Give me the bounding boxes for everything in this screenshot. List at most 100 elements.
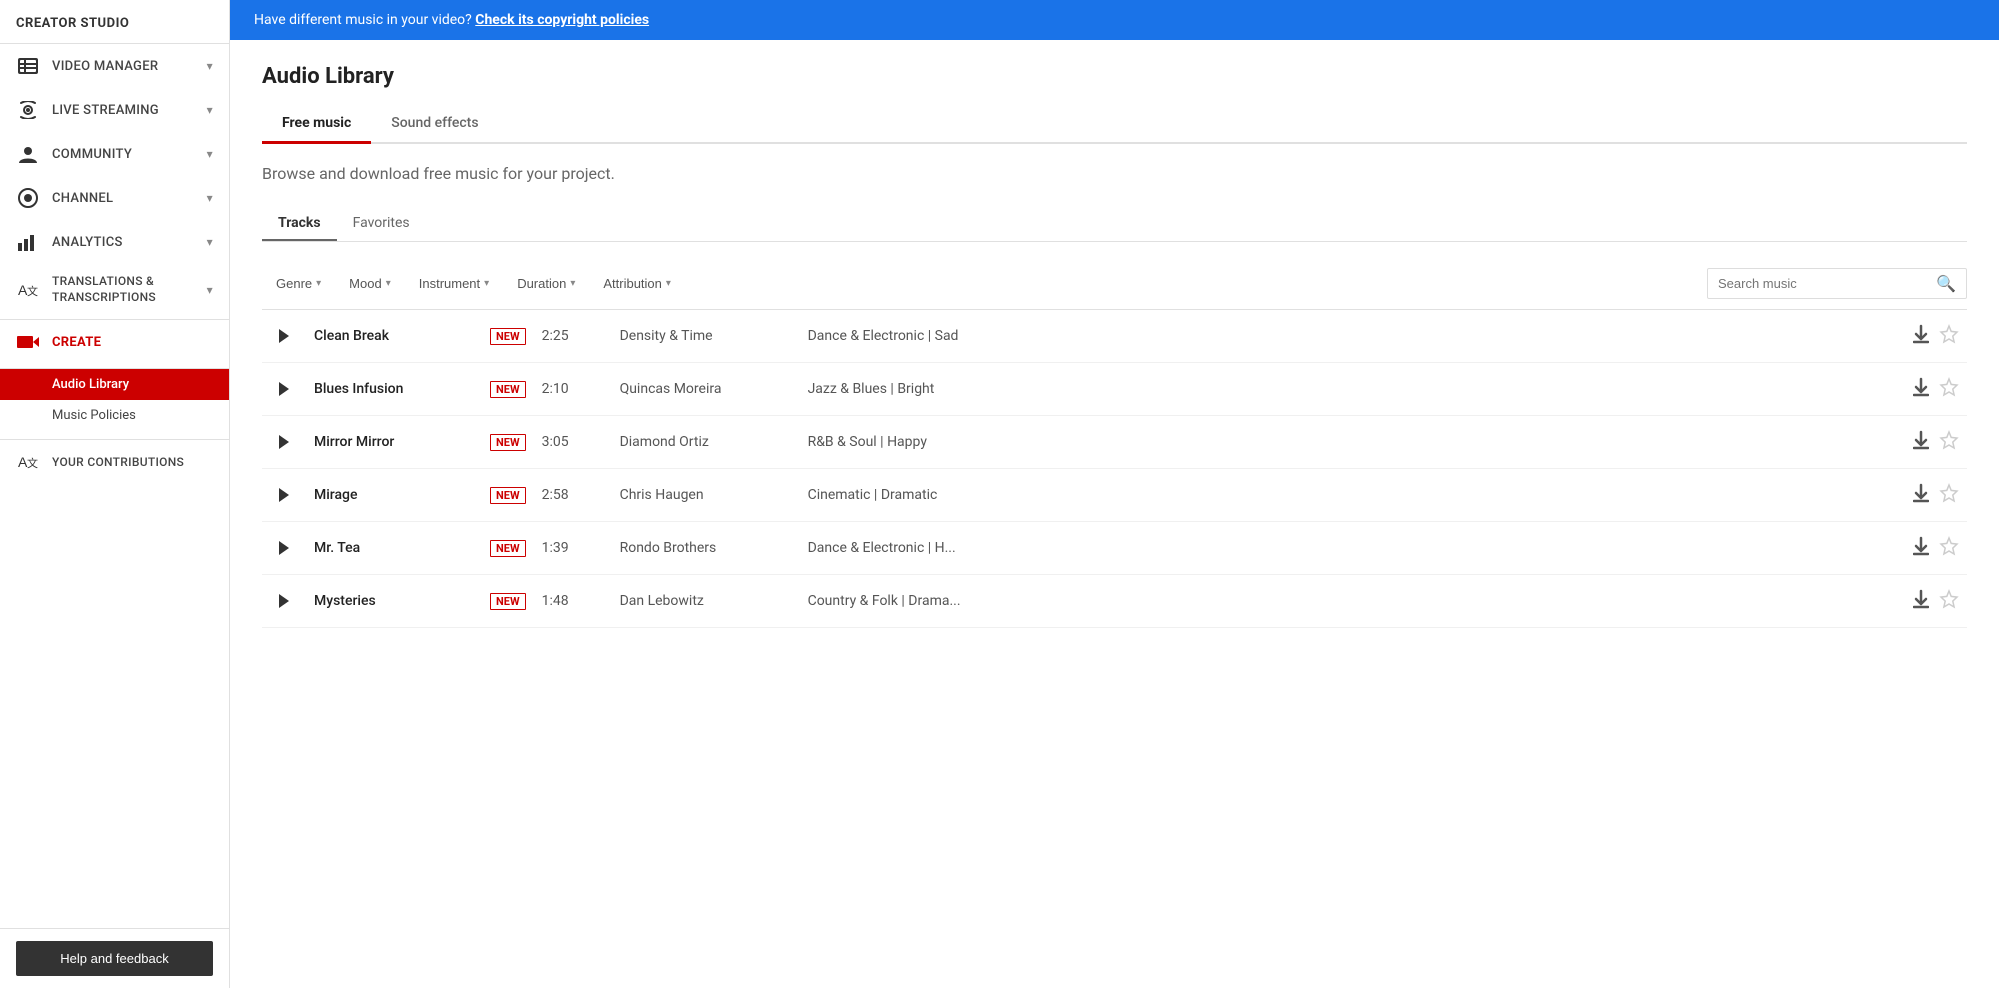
favorite-button[interactable]	[1939, 430, 1959, 455]
banner-link[interactable]: Check its copyright policies	[475, 12, 649, 28]
favorite-button[interactable]	[1939, 589, 1959, 614]
play-button[interactable]	[270, 481, 298, 509]
search-icon[interactable]: 🔍	[1936, 274, 1956, 293]
sidebar: CREATOR STUDIO VIDEO MANAGER ▾ LIVE STRE…	[0, 0, 230, 988]
favorite-button[interactable]	[1939, 483, 1959, 508]
chevron-down-icon: ▾	[207, 191, 213, 205]
main-content: Have different music in your video? Chec…	[230, 0, 1999, 988]
track-genre: R&B & Soul | Happy	[808, 434, 1905, 450]
table-row: Blues Infusion NEW 2:10 Quincas Moreira …	[262, 363, 1967, 416]
download-button[interactable]	[1913, 430, 1929, 455]
track-genre: Country & Folk | Drama...	[808, 593, 1905, 609]
page-title: Audio Library	[262, 64, 1967, 89]
filter-duration-label: Duration	[517, 276, 566, 291]
sidebar-item-label: TRANSLATIONS & TRANSCRIPTIONS	[52, 274, 207, 305]
sidebar-bottom: Help and feedback	[0, 928, 229, 988]
sidebar-item-channel[interactable]: CHANNEL ▾	[0, 176, 229, 220]
tab-free-music[interactable]: Free music	[262, 105, 371, 144]
chevron-down-icon: ▾	[666, 278, 671, 289]
track-name: Blues Infusion	[314, 381, 474, 397]
sub-tab-tracks[interactable]: Tracks	[262, 207, 337, 241]
help-feedback-button[interactable]: Help and feedback	[16, 941, 213, 976]
track-artist: Rondo Brothers	[620, 540, 800, 556]
sidebar-title: CREATOR STUDIO	[0, 0, 229, 44]
table-row: Mysteries NEW 1:48 Dan Lebowitz Country …	[262, 575, 1967, 628]
track-artist: Density & Time	[620, 328, 800, 344]
sidebar-item-create[interactable]: CREATE	[0, 319, 229, 364]
download-button[interactable]	[1913, 377, 1929, 402]
sidebar-item-label: LIVE STREAMING	[52, 103, 159, 118]
track-duration: 1:48	[542, 593, 612, 609]
sub-tab-favorites[interactable]: Favorites	[337, 207, 426, 241]
track-artist: Quincas Moreira	[620, 381, 800, 397]
chevron-down-icon: ▾	[207, 59, 213, 73]
download-button[interactable]	[1913, 483, 1929, 508]
contributions-icon: A 文	[16, 450, 40, 474]
sidebar-item-video-manager[interactable]: VIDEO MANAGER ▾	[0, 44, 229, 88]
new-badge: NEW	[490, 593, 526, 610]
sidebar-item-live-streaming[interactable]: LIVE STREAMING ▾	[0, 88, 229, 132]
filter-instrument[interactable]: Instrument ▾	[405, 270, 503, 297]
tab-sound-effects[interactable]: Sound effects	[371, 105, 498, 144]
chevron-down-icon: ▾	[316, 278, 321, 289]
svg-text:文: 文	[27, 456, 38, 470]
track-artist: Diamond Ortiz	[620, 434, 800, 450]
play-button[interactable]	[270, 428, 298, 456]
sidebar-item-your-contributions[interactable]: A 文 YOUR CONTRIBUTIONS	[0, 439, 229, 484]
chevron-down-icon: ▾	[207, 235, 213, 249]
sidebar-sub-section: Audio Library Music Policies	[0, 368, 229, 431]
play-button[interactable]	[270, 322, 298, 350]
sidebar-sub-audio-library[interactable]: Audio Library	[0, 369, 229, 400]
filter-mood-label: Mood	[349, 276, 382, 291]
filters-row: Genre ▾ Mood ▾ Instrument ▾ Duration ▾ A…	[262, 258, 1967, 310]
filter-mood[interactable]: Mood ▾	[335, 270, 405, 297]
filter-duration[interactable]: Duration ▾	[503, 270, 589, 297]
track-name: Mr. Tea	[314, 540, 474, 556]
track-name: Mysteries	[314, 593, 474, 609]
chevron-down-icon: ▾	[207, 103, 213, 117]
new-badge: NEW	[490, 487, 526, 504]
play-button[interactable]	[270, 534, 298, 562]
track-duration: 3:05	[542, 434, 612, 450]
filter-attribution[interactable]: Attribution ▾	[589, 270, 685, 297]
sidebar-item-label: YOUR CONTRIBUTIONS	[52, 455, 184, 469]
track-genre: Cinematic | Dramatic	[808, 487, 1905, 503]
browse-description: Browse and download free music for your …	[262, 164, 1967, 183]
filter-genre[interactable]: Genre ▾	[262, 270, 335, 297]
play-button[interactable]	[270, 375, 298, 403]
chevron-down-icon: ▾	[570, 278, 575, 289]
favorite-button[interactable]	[1939, 324, 1959, 349]
analytics-icon	[16, 230, 40, 254]
track-duration: 2:58	[542, 487, 612, 503]
sidebar-item-label: CREATE	[52, 335, 101, 350]
track-actions	[1913, 589, 1959, 614]
sidebar-item-translations[interactable]: A 文 TRANSLATIONS & TRANSCRIPTIONS ▾	[0, 264, 229, 315]
table-row: Mirage NEW 2:58 Chris Haugen Cinematic |…	[262, 469, 1967, 522]
info-banner: Have different music in your video? Chec…	[230, 0, 1999, 40]
table-row: Mirror Mirror NEW 3:05 Diamond Ortiz R&B…	[262, 416, 1967, 469]
search-input[interactable]	[1718, 276, 1936, 291]
download-button[interactable]	[1913, 536, 1929, 561]
sidebar-item-label: ANALYTICS	[52, 235, 123, 250]
track-genre: Dance & Electronic | H...	[808, 540, 1905, 556]
sidebar-item-label: COMMUNITY	[52, 147, 132, 162]
favorite-button[interactable]	[1939, 536, 1959, 561]
track-duration: 2:25	[542, 328, 612, 344]
track-actions	[1913, 483, 1959, 508]
track-name: Clean Break	[314, 328, 474, 344]
svg-text:文: 文	[27, 284, 38, 298]
favorite-button[interactable]	[1939, 377, 1959, 402]
sub-tabs: Tracks Favorites	[262, 207, 1967, 242]
sidebar-item-community[interactable]: COMMUNITY ▾	[0, 132, 229, 176]
table-row: Clean Break NEW 2:25 Density & Time Danc…	[262, 310, 1967, 363]
sidebar-item-analytics[interactable]: ANALYTICS ▾	[0, 220, 229, 264]
search-box: 🔍	[1707, 268, 1967, 299]
download-button[interactable]	[1913, 324, 1929, 349]
filter-attribution-label: Attribution	[603, 276, 662, 291]
track-artist: Chris Haugen	[620, 487, 800, 503]
filter-genre-label: Genre	[276, 276, 312, 291]
sidebar-sub-music-policies[interactable]: Music Policies	[0, 400, 229, 431]
download-button[interactable]	[1913, 589, 1929, 614]
play-button[interactable]	[270, 587, 298, 615]
video-manager-icon	[16, 54, 40, 78]
